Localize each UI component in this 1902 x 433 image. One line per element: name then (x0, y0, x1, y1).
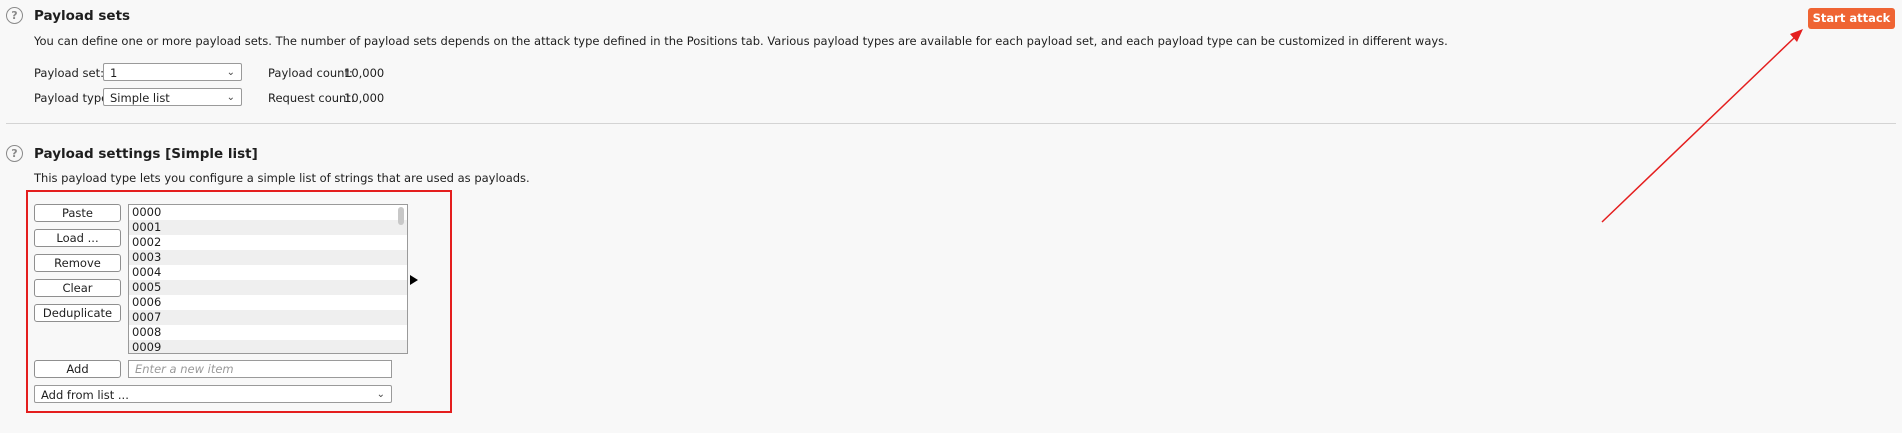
annotation-arrow (1601, 29, 1803, 223)
